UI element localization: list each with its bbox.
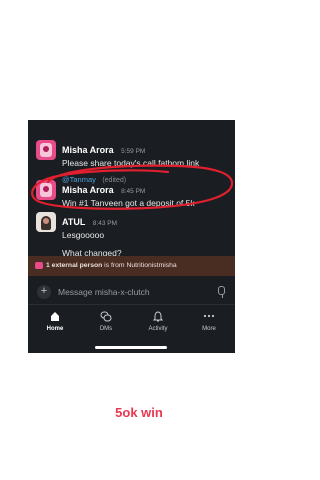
home-icon: [50, 311, 60, 322]
nav-label: Activity: [148, 326, 168, 332]
bottom-nav: Home DMs Activity More: [28, 304, 235, 341]
more-icon: [203, 311, 215, 322]
bell-icon: [153, 311, 163, 322]
message-composer[interactable]: + Message misha-x-clutch: [28, 280, 235, 304]
nav-more[interactable]: More: [191, 311, 227, 332]
add-attachment-button[interactable]: +: [37, 285, 51, 299]
external-count: 1 external person: [46, 262, 103, 269]
caption-text: 5ok win: [115, 405, 163, 420]
message-input[interactable]: Message misha-x-clutch: [58, 285, 150, 299]
microphone-stem: [221, 295, 223, 298]
nav-label: DMs: [99, 326, 113, 332]
home-indicator: [95, 346, 167, 349]
dms-icon: [100, 311, 112, 322]
microphone-icon[interactable]: [218, 286, 225, 295]
message-time: 8:43 PM: [92, 220, 117, 227]
external-org-icon: [35, 261, 43, 269]
nav-label: More: [202, 326, 216, 332]
nav-activity[interactable]: Activity: [140, 311, 176, 332]
avatar[interactable]: [36, 212, 56, 232]
author-name[interactable]: ATUL: [62, 217, 85, 227]
nav-dms[interactable]: DMs: [88, 311, 124, 332]
slack-screen: Misha Arora 5:59 PM Please share today's…: [28, 120, 235, 353]
message-text-line-1: Lesgooooo: [62, 230, 105, 240]
external-org-text: is from Nutritionistmisha: [102, 262, 177, 269]
nav-label: Home: [46, 326, 64, 332]
external-people-banner[interactable]: 1 external person is from Nutritionistmi…: [28, 256, 235, 276]
nav-home[interactable]: Home: [37, 311, 73, 332]
